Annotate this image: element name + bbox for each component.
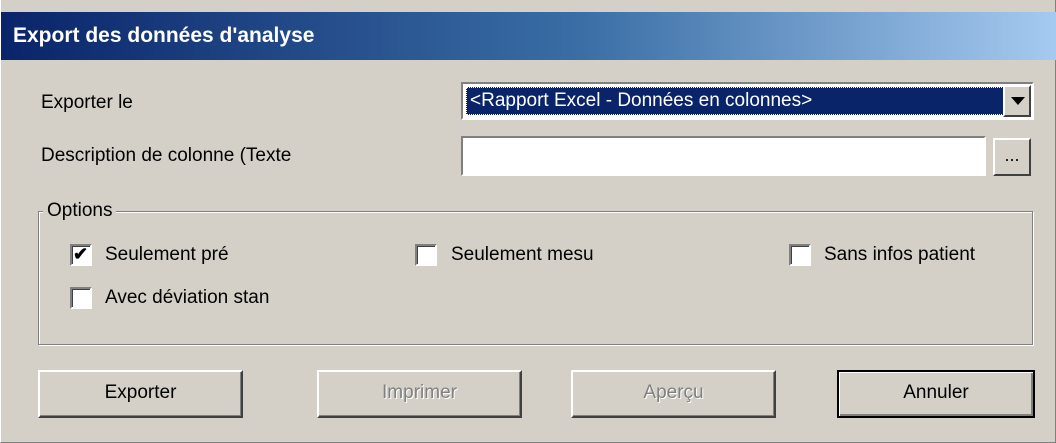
column-description-label: Description de colonne (Texte <box>41 145 292 166</box>
checkbox-with-std-deviation-label[interactable]: Avec déviation stan <box>105 287 269 309</box>
export-dialog: Export des données d'analyse Exporter le… <box>0 0 1056 443</box>
checkbox-no-patient-info-label[interactable]: Sans infos patient <box>824 244 975 266</box>
export-type-select[interactable]: <Rapport Excel - Données en colonnes> <box>461 82 1034 120</box>
dialog-title: Export des données d'analyse <box>13 24 315 47</box>
checkbox-only-measured[interactable] <box>415 244 437 266</box>
checkbox-with-std-deviation[interactable] <box>70 287 92 309</box>
column-description-field[interactable] <box>461 136 986 176</box>
print-button[interactable]: Imprimer <box>317 370 522 418</box>
checkbox-only-pre-label[interactable]: Seulement pré <box>105 244 229 266</box>
title-bar[interactable]: Export des données d'analyse <box>1 12 1056 60</box>
export-type-selected-value: <Rapport Excel - Données en colonnes> <box>466 87 1004 115</box>
browse-button[interactable]: ... <box>993 138 1031 176</box>
export-button[interactable]: Exporter <box>38 370 243 418</box>
chevron-down-icon <box>1011 97 1025 105</box>
options-group <box>38 211 1033 345</box>
preview-button[interactable]: Aperçu <box>571 370 776 418</box>
export-type-label: Exporter le <box>41 92 133 113</box>
check-icon: ✔ <box>73 244 89 264</box>
dropdown-button[interactable] <box>1003 85 1031 117</box>
checkbox-only-pre[interactable]: ✔ <box>70 244 92 266</box>
options-legend: Options <box>43 200 117 222</box>
checkbox-no-patient-info[interactable] <box>789 244 811 266</box>
checkbox-only-measured-label[interactable]: Seulement mesu <box>451 244 594 266</box>
cancel-button[interactable]: Annuler <box>837 370 1035 418</box>
